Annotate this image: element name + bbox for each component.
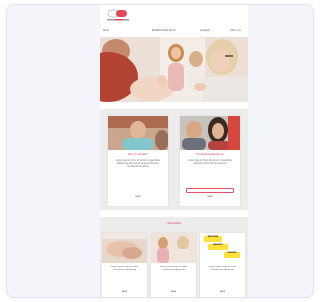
main-nav: Start Bildbibliothek Berlin Angebot Über…: [100, 29, 248, 36]
sticker: FRAGEN?: [224, 252, 240, 258]
sticker-collage: DEIN KIND ANGEBOT FRAGEN?: [200, 233, 245, 263]
more-button[interactable]: MEHR: [202, 195, 218, 199]
news-title: Aktuelles: [167, 221, 181, 225]
website-page[interactable]: Start Bildbibliothek Berlin Angebot Über…: [100, 5, 248, 297]
more-button[interactable]: MEHR: [216, 290, 229, 294]
card-title: Ben mi verliebt?: [128, 153, 148, 156]
news-image: [151, 233, 196, 263]
nav-item-ueber-uns[interactable]: Über uns: [230, 29, 241, 32]
news-image: [102, 233, 147, 263]
more-button[interactable]: MEHR: [167, 290, 180, 294]
news-text: Lorem ipsum dolor sit amet consectetur a…: [159, 266, 188, 271]
hero-photo: [100, 37, 248, 102]
card-image: [108, 116, 168, 150]
nav-item-start[interactable]: Start: [103, 29, 109, 32]
site-logo[interactable]: [105, 8, 131, 24]
feature-cards-section: Ben mi verliebt? Lorem ipsum dolor sit a…: [100, 109, 248, 210]
browser-frame: Start Bildbibliothek Berlin Angebot Über…: [6, 4, 314, 298]
site-header: [100, 5, 248, 25]
news-section: Aktuelles Lorem ipsum dolor sit amet con…: [100, 217, 248, 297]
hero-image: [100, 37, 248, 102]
sticker: ANGEBOT: [208, 244, 228, 250]
more-button[interactable]: MEHR: [130, 195, 146, 199]
card-text: Lorem ipsum dolor sit amet, consectetur …: [187, 159, 233, 165]
news-card: DEIN KIND ANGEBOT FRAGEN? Lorem ipsum do…: [200, 233, 245, 297]
news-text: Lorem ipsum dolor sit amet consectetur a…: [110, 266, 139, 271]
card-image: [180, 116, 240, 150]
feature-card: Ben mi verliebt? Lorem ipsum dolor sit a…: [108, 116, 168, 206]
news-image: DEIN KIND ANGEBOT FRAGEN?: [200, 233, 245, 263]
news-card: Lorem ipsum dolor sit amet consectetur a…: [102, 233, 147, 297]
nav-item-bildbibliothek[interactable]: Bildbibliothek Berlin: [152, 29, 176, 32]
nav-item-angebot[interactable]: Angebot: [200, 29, 210, 32]
feature-card: Haushaltungsberatung Lorem ipsum dolor s…: [180, 116, 240, 206]
news-card: Lorem ipsum dolor sit amet consectetur a…: [151, 233, 196, 297]
news-text: Lorem ipsum dolor sit amet consectetur a…: [208, 266, 237, 271]
card-title: Haushaltungsberatung: [196, 153, 224, 156]
sticker: DEIN KIND: [204, 236, 222, 242]
search-input[interactable]: [186, 188, 234, 193]
card-text: Lorem ipsum dolor sit amet, consectetur …: [115, 159, 161, 168]
more-button[interactable]: MEHR: [118, 290, 131, 294]
